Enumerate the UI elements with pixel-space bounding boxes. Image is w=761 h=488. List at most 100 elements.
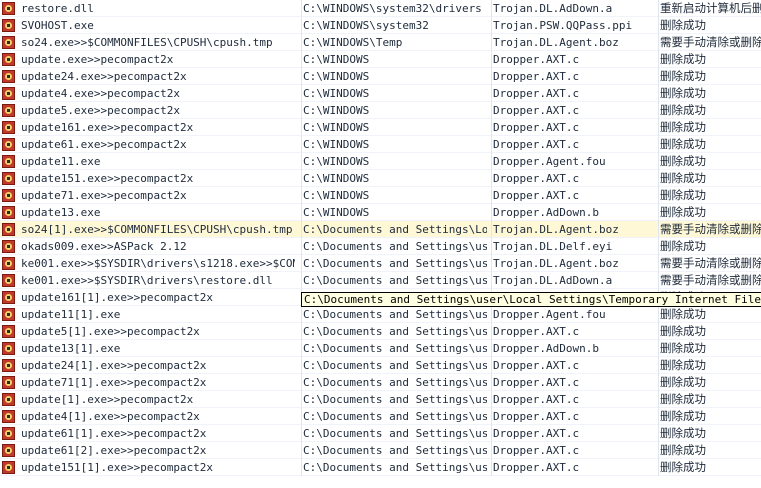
virus-warning-icon xyxy=(2,238,18,255)
result-row[interactable]: update[1].exe>>pecompact2x C:\Documents a… xyxy=(0,391,761,408)
result-row[interactable]: update13[1].exe C:\Documents and Settings… xyxy=(0,340,761,357)
result-row[interactable]: okads009.exe>>ASPack 2.12 C:\Documents an… xyxy=(0,238,761,255)
result-row[interactable]: so24[1].exe>>$COMMONFILES\CPUSH\cpush.tm… xyxy=(0,221,761,238)
result-row[interactable]: update13.exe C:\WINDOWS Dropper.AdDown.b 删除… xyxy=(0,204,761,221)
virus-name-cell: Dropper.AXT.c xyxy=(491,442,655,459)
result-status-cell: 删除成功 xyxy=(658,170,761,187)
file-name-cell: update24[1].exe>>pecompact2x xyxy=(21,359,207,372)
result-row[interactable]: update61.exe>>pecompact2x C:\WINDOWS Dropp… xyxy=(0,136,761,153)
result-row[interactable]: update11[1].exe C:\Documents and Settings… xyxy=(0,306,761,323)
virus-name-cell: Trojan.DL.Agent.boz xyxy=(491,34,655,51)
file-name-cell: update151[1].exe>>pecompact2x xyxy=(21,461,214,474)
virus-warning-icon xyxy=(2,272,18,289)
result-row[interactable]: update5[1].exe>>pecompact2x C:\Documents … xyxy=(0,323,761,340)
virus-name-cell: Trojan.DL.Agent.boz xyxy=(491,221,655,238)
path-tooltip: C:\Documents and Settings\user\Local Set… xyxy=(301,292,761,307)
virus-warning-icon xyxy=(2,0,18,17)
virus-name-cell: Dropper.AXT.c xyxy=(491,408,655,425)
virus-warning-icon-glyph xyxy=(2,70,15,83)
virus-warning-icon xyxy=(2,85,18,102)
virus-name-cell: Dropper.Agent.fou xyxy=(491,153,655,170)
result-status-cell: 删除成功 xyxy=(658,408,761,425)
result-row[interactable]: update11.exe C:\WINDOWS Dropper.Agent.fou 删… xyxy=(0,153,761,170)
result-row[interactable]: ke001.exe>>$SYSDIR\drivers\restore.dll C:… xyxy=(0,272,761,289)
result-status-cell: 删除成功 xyxy=(658,17,761,34)
virus-warning-icon xyxy=(2,204,18,221)
result-status-cell: 删除成功 xyxy=(658,68,761,85)
file-name-cell: update161[1].exe>>pecompact2x xyxy=(21,291,214,304)
virus-warning-icon-glyph xyxy=(2,461,15,474)
virus-warning-icon xyxy=(2,425,18,442)
virus-name-cell: Dropper.Agent.fou xyxy=(491,306,655,323)
result-status-cell: 删除成功 xyxy=(658,136,761,153)
result-row[interactable]: update151[1].exe>>pecompact2x C:\Document… xyxy=(0,459,761,476)
result-row[interactable]: update71[1].exe>>pecompact2x C:\Documents… xyxy=(0,374,761,391)
result-row[interactable]: update151.exe>>pecompact2x C:\WINDOWS Drop… xyxy=(0,170,761,187)
result-row[interactable]: so24.exe>>$COMMONFILES\CPUSH\cpush.tmp C:… xyxy=(0,34,761,51)
file-name-cell: so24[1].exe>>$COMMONFILES\CPUSH\cpush.tm… xyxy=(21,223,293,236)
result-row[interactable]: SVOHOST.exe C:\WINDOWS\system32 Trojan.PSW… xyxy=(0,17,761,34)
virus-warning-icon-glyph xyxy=(2,240,15,253)
result-status-cell: 删除成功 xyxy=(658,238,761,255)
virus-name-cell: Dropper.AXT.c xyxy=(491,459,655,476)
file-name-cell: so24.exe>>$COMMONFILES\CPUSH\cpush.tmp xyxy=(21,36,273,49)
result-row[interactable]: update4.exe>>pecompact2x C:\WINDOWS Droppe… xyxy=(0,85,761,102)
result-row[interactable]: update61[1].exe>>pecompact2x C:\Documents… xyxy=(0,425,761,442)
virus-warning-icon xyxy=(2,289,18,306)
file-path-cell: C:\Documents and Settings\us... xyxy=(301,306,487,323)
scan-results-list: restore.dll C:\WINDOWS\system32\drivers Tr… xyxy=(0,0,761,480)
result-row[interactable]: update71.exe>>pecompact2x C:\WINDOWS Dropp… xyxy=(0,187,761,204)
result-row[interactable]: update61[2].exe>>pecompact2x C:\Documents… xyxy=(0,442,761,459)
virus-warning-icon-glyph xyxy=(2,342,15,355)
result-row[interactable]: restore.dll C:\WINDOWS\system32\drivers Tr… xyxy=(0,0,761,17)
file-path-cell: C:\Documents and Settings\Lo... xyxy=(301,221,487,238)
result-status-cell: 删除成功 xyxy=(658,204,761,221)
result-row[interactable]: update5.exe>>pecompact2x C:\WINDOWS Droppe… xyxy=(0,102,761,119)
virus-name-cell: Trojan.DL.Delf.eyi xyxy=(491,238,655,255)
file-path-cell: C:\Documents and Settings\us... xyxy=(301,238,487,255)
virus-warning-icon-glyph xyxy=(2,257,15,270)
result-status-cell: 删除成功 xyxy=(658,459,761,476)
result-status-cell: 需要手动清除或删除 xyxy=(658,255,761,272)
result-status-cell: 删除成功 xyxy=(658,340,761,357)
result-row[interactable]: update24[1].exe>>pecompact2x C:\Documents… xyxy=(0,357,761,374)
result-row[interactable]: update.exe>>pecompact2x C:\WINDOWS Dropper… xyxy=(0,51,761,68)
virus-warning-icon xyxy=(2,459,18,476)
file-name-cell: update11[1].exe xyxy=(21,308,121,321)
result-row[interactable]: update24.exe>>pecompact2x C:\WINDOWS Dropp… xyxy=(0,68,761,85)
file-path-cell: C:\Documents and Settings\us... xyxy=(301,272,487,289)
virus-warning-icon xyxy=(2,374,18,391)
virus-warning-icon xyxy=(2,187,18,204)
result-row[interactable]: update4[1].exe>>pecompact2x C:\Documents … xyxy=(0,408,761,425)
virus-name-cell: Dropper.AXT.c xyxy=(491,425,655,442)
file-path-cell: C:\Documents and Settings\us... xyxy=(301,340,487,357)
virus-warning-icon-glyph xyxy=(2,19,15,32)
result-row[interactable]: update161.exe>>pecompact2x C:\WINDOWS Drop… xyxy=(0,119,761,136)
file-path-cell: C:\Documents and Settings\us... xyxy=(301,357,487,374)
result-status-cell: 删除成功 xyxy=(658,391,761,408)
file-path-cell: C:\WINDOWS xyxy=(301,85,487,102)
virus-warning-icon-glyph xyxy=(2,308,15,321)
file-name-cell: update161.exe>>pecompact2x xyxy=(21,121,194,134)
result-row[interactable]: ke001.exe>>$SYSDIR\drivers\s1218.exe>>$C… xyxy=(0,255,761,272)
virus-warning-icon-glyph xyxy=(2,104,15,117)
virus-name-cell: Dropper.AXT.c xyxy=(491,187,655,204)
virus-warning-icon-glyph xyxy=(2,444,15,457)
file-path-cell: C:\Documents and Settings\us... xyxy=(301,459,487,476)
file-path-cell: C:\Documents and Settings\us... xyxy=(301,374,487,391)
virus-name-cell: Dropper.AXT.c xyxy=(491,323,655,340)
file-name-cell: update11.exe xyxy=(21,155,101,168)
result-status-cell: 需要手动清除或删除 xyxy=(658,272,761,289)
file-name-cell: update5[1].exe>>pecompact2x xyxy=(21,325,200,338)
file-name-cell: ke001.exe>>$SYSDIR\drivers\restore.dll xyxy=(21,274,273,287)
result-status-cell: 删除成功 xyxy=(658,374,761,391)
virus-warning-icon-glyph xyxy=(2,2,15,15)
file-name-cell: update61[1].exe>>pecompact2x xyxy=(21,427,207,440)
virus-warning-icon xyxy=(2,340,18,357)
file-name-cell: update24.exe>>pecompact2x xyxy=(21,70,187,83)
file-name-cell: okads009.exe>>ASPack 2.12 xyxy=(21,240,187,253)
virus-name-cell: Trojan.DL.AdDown.a xyxy=(491,0,655,17)
file-path-cell: C:\Documents and Settings\us... xyxy=(301,442,487,459)
file-path-cell: C:\WINDOWS xyxy=(301,170,487,187)
result-status-cell: 删除成功 xyxy=(658,442,761,459)
